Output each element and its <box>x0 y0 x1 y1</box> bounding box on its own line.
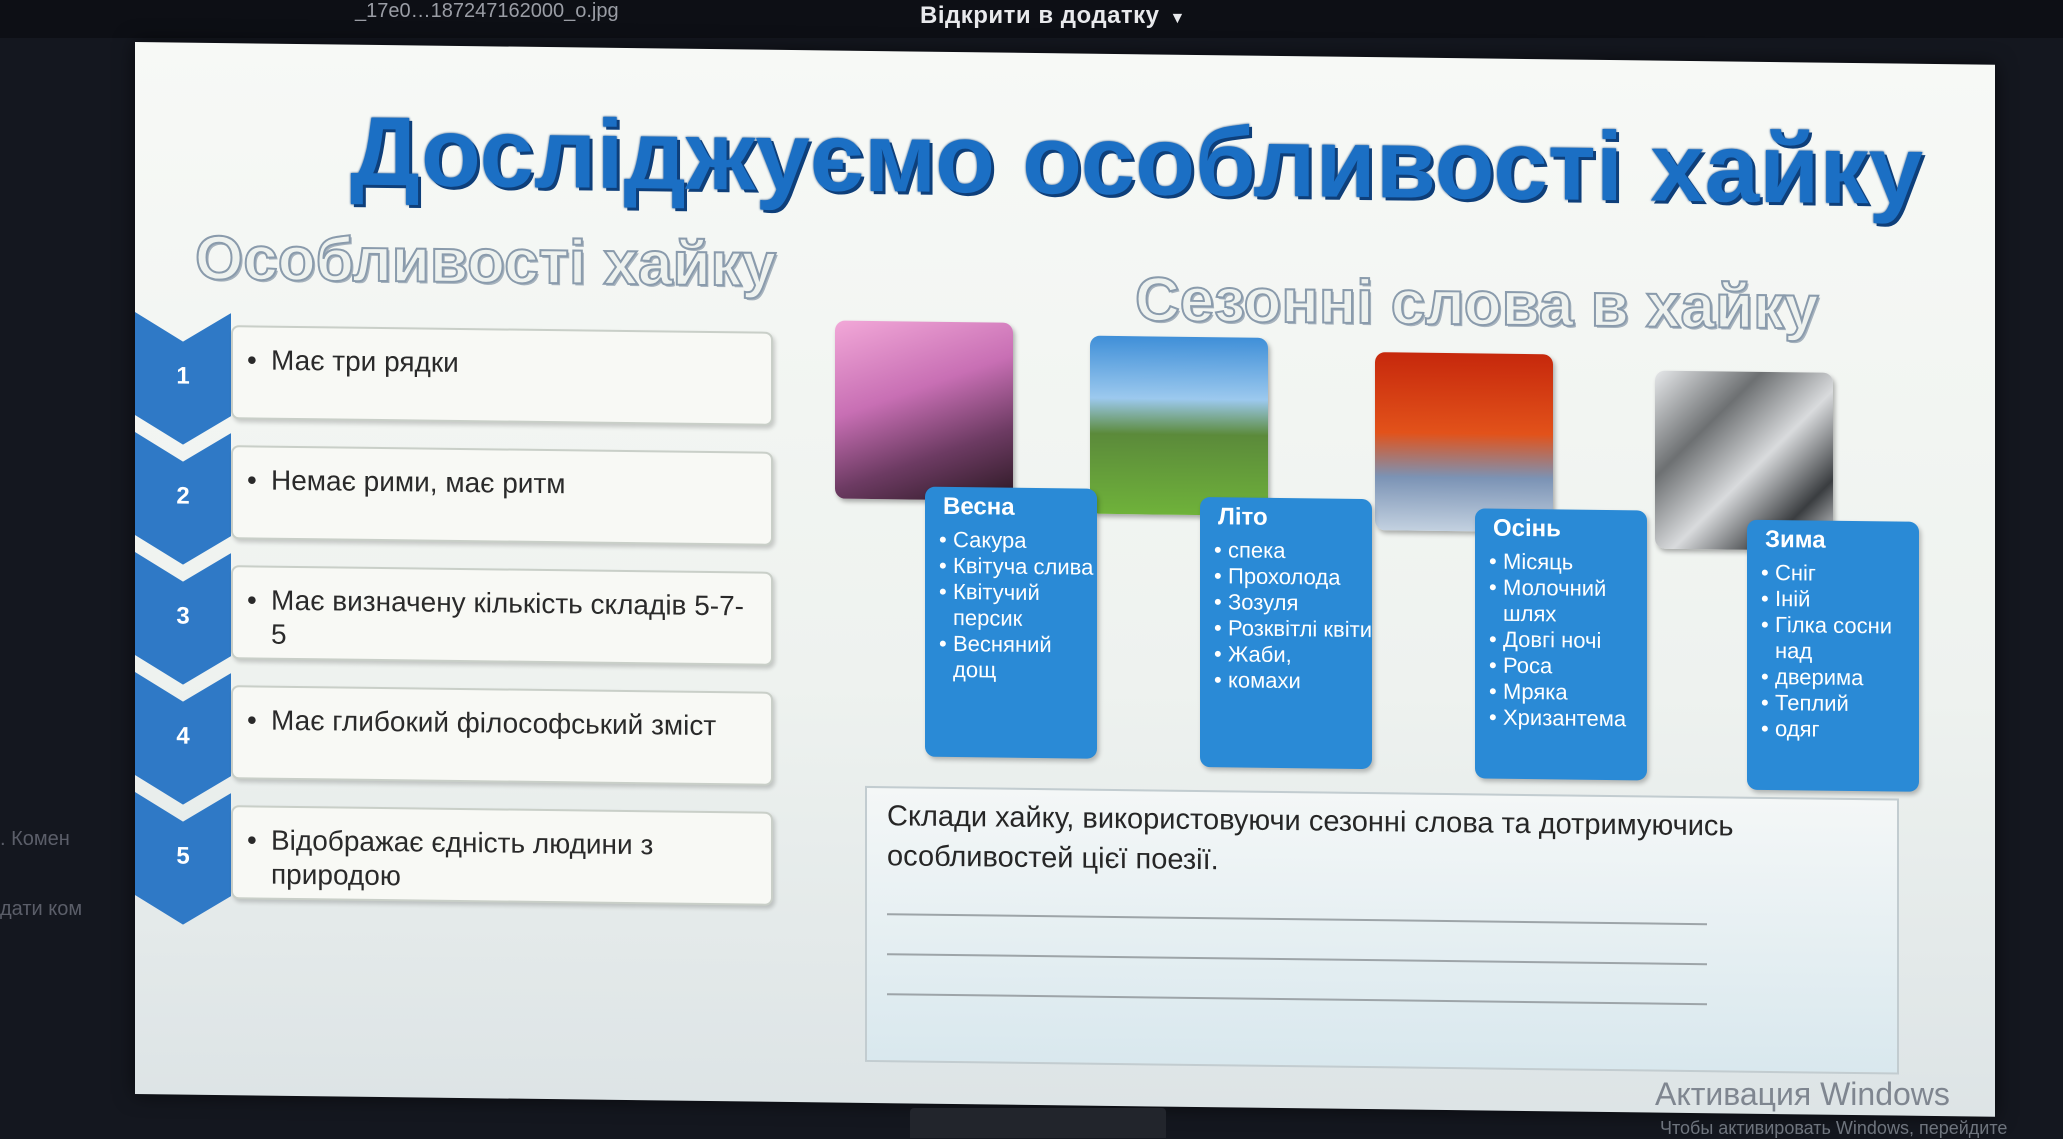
background-text-2: дати ком <box>0 898 83 920</box>
season-word: Гілка сосни над <box>1761 612 1919 666</box>
season-word: Весняний дощ <box>939 631 1097 685</box>
season-word: Роса <box>1489 653 1647 681</box>
season-words: Місяць Молочний шлях Довгі ночі Роса Мря… <box>1489 549 1647 733</box>
feature-number: 2 <box>176 482 190 510</box>
file-name: _17e0…187247162000_o.jpg <box>355 0 619 22</box>
windows-activation-title: Активация Windows <box>1655 1076 1950 1112</box>
season-word: комахи <box>1214 667 1372 695</box>
season-words: Сніг Іній Гілка сосни над дверима Теплий… <box>1761 560 1919 744</box>
season-word: Розквітлі квіти <box>1214 615 1372 643</box>
feature-text: Відображає єдність людини з природою <box>271 824 654 892</box>
answer-line <box>887 913 1707 926</box>
feature-number: 4 <box>176 722 190 750</box>
bullet-icon: • <box>247 704 257 736</box>
feature-text: Має глибокий філософський зміст <box>271 704 717 742</box>
open-in-app-label: Відкрити в додатку <box>920 2 1160 29</box>
season-name: Осінь <box>1493 514 1561 543</box>
season-word: дверима <box>1761 664 1919 692</box>
slide-title: Досліджуємо особливості хайку <box>350 95 1923 225</box>
season-word: Іній <box>1761 586 1919 614</box>
season-word: Молочний шлях <box>1489 575 1647 629</box>
feature-text: Немає рими, має ритм <box>271 464 566 500</box>
season-word: Сакура <box>939 527 1097 555</box>
season-words: Сакура Квітуча слива Квітучий персик Вес… <box>939 527 1097 685</box>
feature-number: 3 <box>176 602 190 630</box>
season-name: Літо <box>1218 503 1268 531</box>
viewer-topbar: _17e0…187247162000_o.jpg Відкрити в дода… <box>0 0 2063 38</box>
season-word: Квітуча слива <box>939 553 1097 581</box>
answer-line <box>887 993 1707 1006</box>
feature-number: 5 <box>176 842 190 870</box>
feature-text: Має три рядки <box>271 344 459 378</box>
season-word: Зозуля <box>1214 589 1372 617</box>
bullet-icon: • <box>247 464 257 496</box>
bullet-icon: • <box>247 344 257 376</box>
season-name: Зима <box>1765 525 1826 554</box>
season-word: Прохолода <box>1214 563 1372 591</box>
season-word: Квітучий персик <box>939 579 1097 633</box>
feature-box: • Відображає єдність людини з природою <box>231 805 773 906</box>
task-box: Склади хайку, використовуючи сезонні сло… <box>865 785 1899 1075</box>
season-words: спека Прохолода Зозуля Розквітлі квіти Ж… <box>1214 537 1372 695</box>
season-word: Довгі ночі <box>1489 627 1647 655</box>
red-maple-fuji-image <box>1375 352 1553 533</box>
season-word: одяг <box>1761 716 1919 744</box>
sakura-pagoda-image <box>835 320 1013 501</box>
windows-activation-subtitle: Чтобы активировать Windows, перейдите <box>1660 1118 2008 1138</box>
season-card-winter: Зима Сніг Іній Гілка сосни над дверима Т… <box>1747 519 1919 792</box>
chevron-down-icon: ▼ <box>1169 10 1186 27</box>
season-name: Весна <box>943 492 1015 521</box>
season-card-autumn: Осінь Місяць Молочний шлях Довгі ночі Ро… <box>1475 508 1647 781</box>
season-word: Місяць <box>1489 549 1647 577</box>
feature-box: • Немає рими, має ритм <box>231 445 773 546</box>
season-word: Жаби, <box>1214 641 1372 669</box>
features-subtitle: Особливості хайку <box>194 223 777 301</box>
season-card-summer: Літо спека Прохолода Зозуля Розквітлі кв… <box>1200 497 1372 770</box>
season-word: Сніг <box>1761 560 1919 588</box>
feature-number: 1 <box>176 362 190 390</box>
feature-box: • Має три рядки <box>231 325 773 426</box>
feature-box: • Має визначену кількість складів 5-7-5 <box>231 565 773 666</box>
green-meadow-mountain-image <box>1090 335 1268 516</box>
season-word: Теплий <box>1761 690 1919 718</box>
season-card-spring: Весна Сакура Квітуча слива Квітучий перс… <box>925 486 1097 759</box>
feature-box: • Має глибокий філософський зміст <box>231 685 773 786</box>
bullet-icon: • <box>247 584 257 616</box>
presentation-slide: Досліджуємо особливості хайку Особливост… <box>135 42 1995 1117</box>
season-word: Хризантема <box>1489 705 1647 733</box>
season-word: Мряка <box>1489 679 1647 707</box>
open-in-app-button[interactable]: Відкрити в додатку ▼ <box>920 2 1186 30</box>
answer-line <box>887 953 1707 966</box>
monitor-stand <box>910 1108 1166 1138</box>
feature-text: Має визначену кількість складів 5-7-5 <box>271 584 744 650</box>
bullet-icon: • <box>247 824 257 856</box>
seasons-subtitle: Сезонні слова в хайку <box>1134 264 1820 343</box>
background-text-1: . Комен <box>0 828 70 850</box>
season-word: спека <box>1214 537 1372 565</box>
